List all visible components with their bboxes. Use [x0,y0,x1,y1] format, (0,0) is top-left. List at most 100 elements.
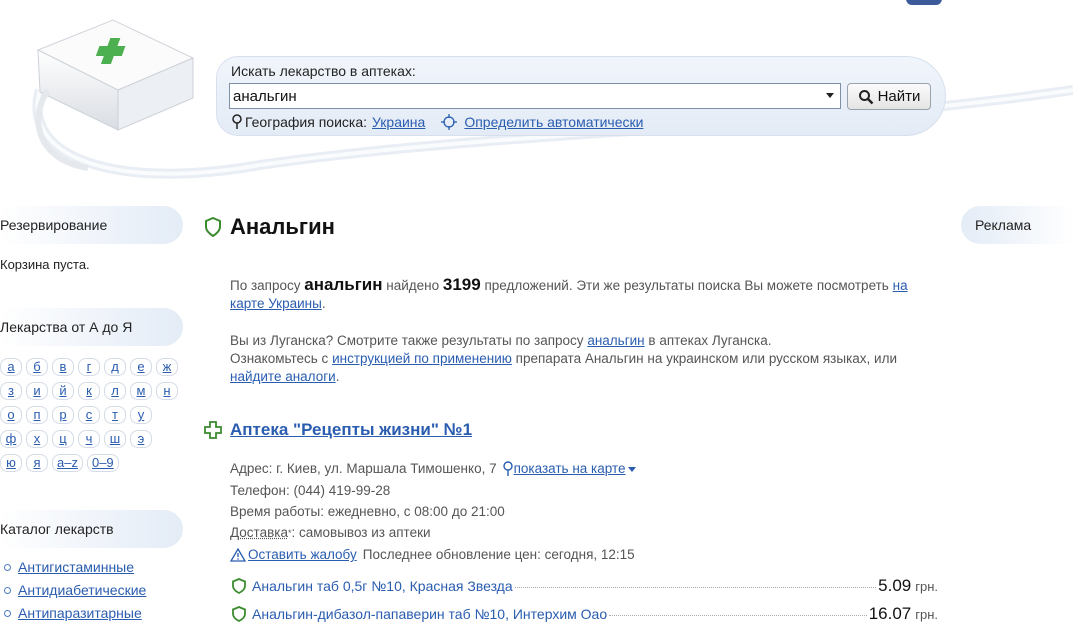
catalog-list: Антигистаминные Антидиабетические Антипа… [4,559,146,628]
dropdown-arrow-icon[interactable] [826,93,834,98]
address-text: Адрес: г. Киев, ул. Маршала Тимошенко, 7 [230,461,497,476]
instruction-pre: Ознакомьтесь с [230,351,329,366]
first-aid-logo [35,19,195,171]
luhansk-pre: Вы из Луганска? Смотрите также результат… [230,333,584,348]
letter-link[interactable]: н [156,382,178,400]
luhansk-query-link[interactable]: анальгин [587,333,644,348]
letter-link[interactable]: г [78,358,100,376]
pharmacy-delivery: Доставка *: самовывоз из аптеки [230,524,431,542]
az-header: Лекарства от А до Я [0,308,183,346]
catalog-title: Каталог лекарств [0,521,114,537]
last-update-text: Последнее обновление цен: сегодня, 12:15 [362,547,635,562]
luhansk-note: Вы из Луганска? Смотрите также результат… [230,332,940,386]
ad-title: Реклама [975,217,1032,233]
warning-icon [230,548,246,562]
letter-link[interactable]: д [104,358,126,376]
letter-link[interactable]: ю [0,454,22,472]
results-summary: По запросу анальгин найдено 3199 предлож… [230,276,940,313]
product-price: 5.09 [878,576,912,595]
letter-link[interactable]: у [130,406,152,424]
product-currency: грн. [915,607,938,622]
letter-link[interactable]: л [104,382,126,400]
letter-link[interactable]: к [78,382,100,400]
language-badge[interactable] [906,0,942,5]
geo-row: География поиска: Украина Определить авт… [231,114,643,130]
letter-link[interactable]: т [104,406,126,424]
delivery-value: : самовывоз из аптеки [291,525,431,540]
summary-end: . [321,296,326,311]
letter-link[interactable]: б [26,358,48,376]
product-row[interactable]: Анальгин-дибазол-папаверин таб №10, Инте… [232,604,938,624]
letter-link[interactable]: х [26,430,48,448]
complain-link[interactable]: Оставить жалобу [248,546,357,564]
letter-link[interactable]: a–z [52,454,83,472]
top-strip [880,0,950,6]
product-price: 16.07 [868,604,912,623]
product-name[interactable]: Анальгин-дибазол-папаверин таб №10, Инте… [252,606,607,622]
catalog-item[interactable]: Антигистаминные [4,559,146,575]
letter-link[interactable]: э [130,430,152,448]
summary-post: предложений. Эти же результаты поиска Вы… [484,278,889,293]
search-label: Искать лекарство в аптеках: [231,63,416,79]
letter-link[interactable]: й [52,382,74,400]
shield-icon [205,217,221,237]
letter-link[interactable]: 0–9 [86,454,119,472]
letter-link[interactable]: ш [104,430,126,448]
geo-value-link[interactable]: Украина [372,114,425,130]
catalog-item[interactable]: Антидиабетические [4,582,146,598]
show-map-dropdown-icon[interactable] [627,466,636,472]
delivery-label[interactable]: Доставка [230,524,288,542]
reservation-title: Резервирование [0,217,108,233]
letter-link[interactable]: а [0,358,22,376]
letter-link[interactable]: ж [156,358,178,376]
letter-link[interactable]: и [26,382,48,400]
bullet-icon [4,586,11,594]
letter-link[interactable]: ф [0,430,22,448]
letter-link[interactable]: м [130,382,152,400]
instruction-link[interactable]: инструкцией по применению [332,351,512,366]
catalog-item-link[interactable]: Антигистаминные [18,559,134,575]
product-row[interactable]: Анальгин таб 0,5г №10, Красная Звезда 5.… [232,576,938,596]
find-button-label: Найти [877,88,921,105]
product-name[interactable]: Анальгин таб 0,5г №10, Красная Звезда [252,578,513,594]
letter-link[interactable]: в [52,358,74,376]
letter-link[interactable]: ч [78,430,100,448]
show-map-link[interactable]: показать на карте [514,460,626,478]
search-input[interactable] [230,85,810,107]
find-button[interactable]: Найти [847,83,931,110]
catalog-item-link[interactable]: Антидиабетические [18,582,146,598]
summary-query: анальгин [304,275,383,294]
pharmacy-phone: Телефон: (044) 419-99-28 [230,482,390,500]
summary-count: 3199 [442,275,481,294]
analogs-link[interactable]: найдите аналоги [230,369,336,384]
letter-link[interactable]: с [78,406,100,424]
letter-link[interactable]: я [26,454,48,472]
ad-header: Реклама [961,206,1073,244]
letter-link[interactable]: о [0,406,22,424]
letter-link[interactable]: р [52,406,74,424]
hours-text: Время работы: ежедневно, с 08:00 до 21:0… [230,504,505,519]
pharmacy-hours: Время работы: ежедневно, с 08:00 до 21:0… [230,503,505,521]
alphabet-index: а б в г д е ж з и й к л м н о п р с т у … [0,358,180,478]
page-title: Анальгин [204,214,335,240]
search-box[interactable] [229,83,841,109]
alphabet-row: ю я a–z 0–9 [0,454,180,472]
letter-link[interactable]: е [130,358,152,376]
letter-link[interactable]: з [0,382,22,400]
auto-detect-link[interactable]: Определить автоматически [464,114,643,130]
search-icon [858,89,873,104]
product-currency: грн. [915,579,938,594]
reservation-header: Резервирование [0,206,183,244]
letter-link[interactable]: ц [52,430,74,448]
letter-link[interactable]: п [26,406,48,424]
pharmacy-name-link[interactable]: Аптека "Рецепты жизни" №1 [230,420,472,440]
search-panel: Искать лекарство в аптеках: Найти Геогра… [216,56,946,136]
shield-icon [232,578,246,594]
crosshair-icon[interactable] [441,114,458,130]
dotted-leader [514,587,877,588]
pharmacy-address: Адрес: г. Киев, ул. Маршала Тимошенко, 7… [230,460,636,478]
instruction-end: . [335,369,340,384]
az-title: Лекарства от А до Я [0,319,133,335]
catalog-item[interactable]: Антипаразитарные [4,605,146,621]
catalog-item-link[interactable]: Антипаразитарные [18,605,142,621]
